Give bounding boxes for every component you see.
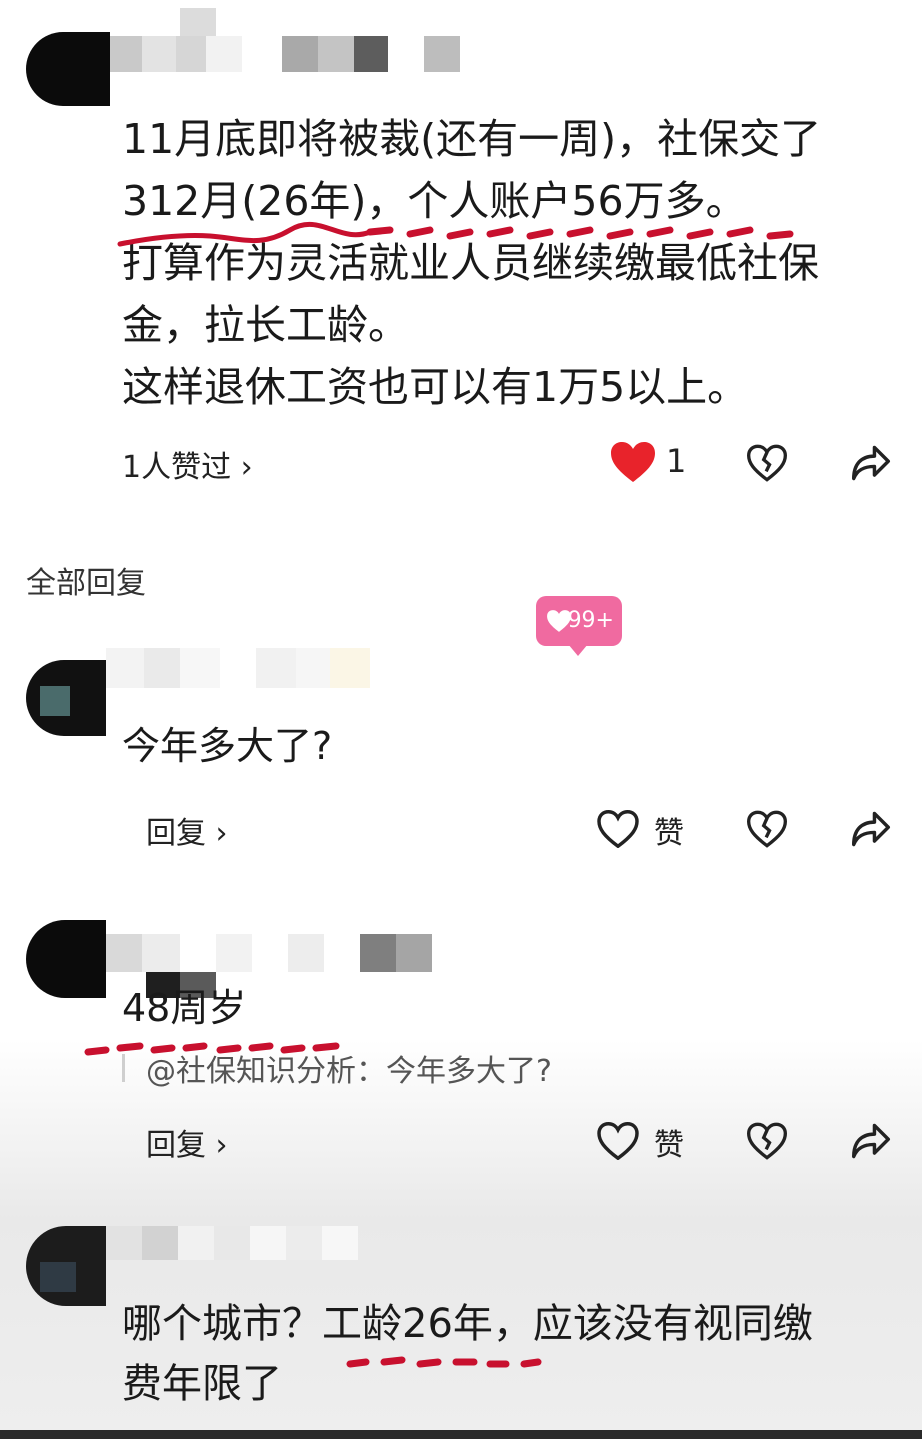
reply-button[interactable]: 回复 › xyxy=(146,808,228,852)
section-title: 全部回复 xyxy=(26,566,146,601)
reply-button[interactable]: 回复 › xyxy=(146,1120,228,1164)
reply-text: 今年多大了? xyxy=(122,724,333,768)
heart-outline-icon[interactable] xyxy=(597,810,639,848)
blurred-username xyxy=(106,648,406,688)
bottom-edge xyxy=(0,1430,922,1439)
likes-link[interactable]: 1人赞过 › xyxy=(122,442,253,486)
quoted-text: @社保知识分析：今年多大了? xyxy=(146,1054,552,1089)
broken-heart-icon[interactable] xyxy=(747,1122,787,1160)
broken-heart-icon[interactable] xyxy=(747,444,787,482)
blurred-username xyxy=(110,36,460,72)
blurred-username-top xyxy=(180,8,216,36)
blurred-username xyxy=(106,934,432,972)
notification-badge[interactable]: 99+ xyxy=(536,596,622,656)
post-line: 这样退休工资也可以有1万5以上。 xyxy=(122,363,749,411)
avatar[interactable] xyxy=(26,32,110,106)
badge-count: 99+ xyxy=(567,608,614,633)
heart-outline-icon[interactable] xyxy=(597,1122,639,1160)
broken-heart-icon[interactable] xyxy=(747,810,787,848)
avatar[interactable] xyxy=(26,920,106,998)
annotation-underline xyxy=(346,1356,542,1368)
blurred-username xyxy=(106,1226,358,1260)
post-line: 金，拉长工龄。 xyxy=(122,301,409,349)
like-label[interactable]: 赞 xyxy=(654,808,684,852)
share-icon[interactable] xyxy=(850,444,892,482)
post-line: 11月底即将被裁(还有一周)，社保交了 xyxy=(122,115,822,163)
avatar-detail xyxy=(40,686,70,716)
reply-text-line: 费年限了 xyxy=(122,1361,282,1407)
like-label[interactable]: 赞 xyxy=(654,1120,684,1164)
share-icon[interactable] xyxy=(850,810,892,848)
heart-icon xyxy=(547,610,571,632)
annotation-underline xyxy=(117,222,794,247)
share-icon[interactable] xyxy=(850,1122,892,1160)
quote-bar xyxy=(122,1054,125,1082)
reply-text-line: 哪个城市？工龄26年，应该没有视同缴 xyxy=(122,1301,813,1347)
avatar-detail xyxy=(40,1262,76,1292)
heart-icon[interactable] xyxy=(609,440,657,484)
reply-text: 48周岁 xyxy=(122,986,247,1030)
like-count: 1 xyxy=(666,442,687,480)
